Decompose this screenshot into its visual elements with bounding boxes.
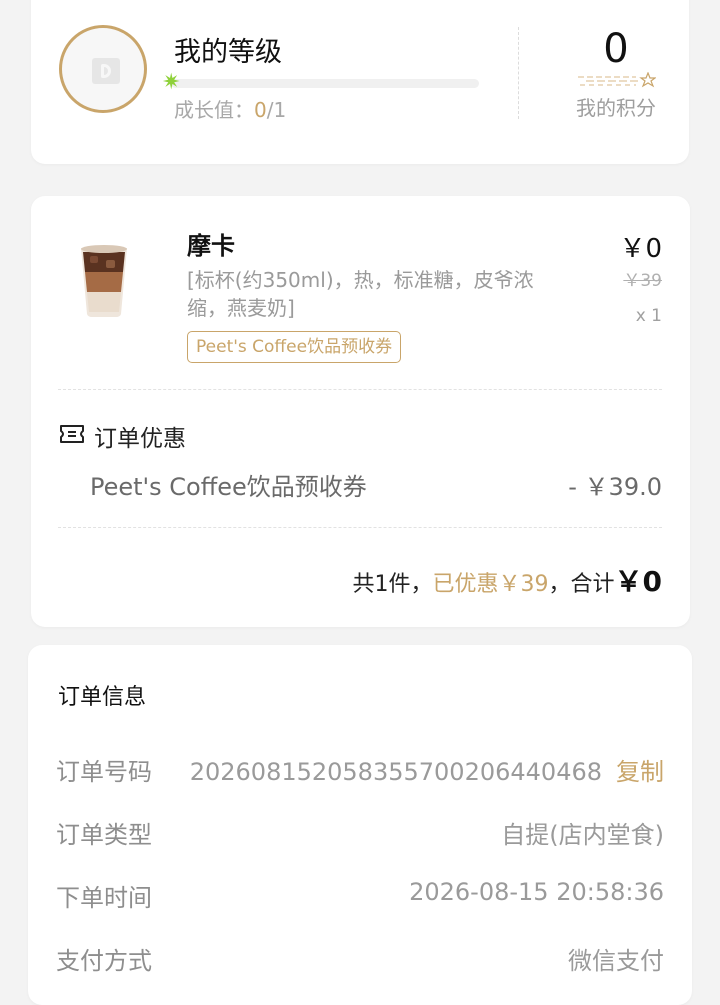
avatar[interactable] xyxy=(59,25,147,113)
promotion-amount: - ￥39.0 xyxy=(568,473,662,501)
growth-progress-bar xyxy=(171,79,479,88)
points-label[interactable]: 我的积分 xyxy=(569,92,663,121)
growth-value: 成长值：0/1 xyxy=(174,94,286,123)
total-label: ，合计 xyxy=(548,572,615,597)
coupon-tag: Peet's Coffee饮品预收券 xyxy=(187,331,402,363)
divider xyxy=(518,27,519,119)
ticket-icon xyxy=(60,425,84,443)
info-row-order-number: 订单号码 202608152058355700206440468 复制 xyxy=(56,752,664,787)
growth-current: 0 xyxy=(254,98,267,122)
growth-label: 成长值： xyxy=(174,98,254,122)
points-decoration-icon xyxy=(578,72,656,88)
divider xyxy=(58,527,662,528)
discount-amount: 已优惠￥39 xyxy=(432,572,549,597)
product-original-price: ￥39 xyxy=(623,271,662,291)
promotion-coupon-name: Peet's Coffee饮品预收券 xyxy=(90,473,367,501)
info-row-order-type: 订单类型 自提(店内堂食) xyxy=(56,815,664,849)
item-count: 共1件， xyxy=(352,572,433,597)
points-value[interactable]: 0 xyxy=(576,26,656,72)
order-number: 202608152058355700206440468 xyxy=(189,758,602,786)
info-label: 订单号码 xyxy=(56,758,152,786)
info-label: 下单时间 xyxy=(56,884,152,912)
total-value: ￥0 xyxy=(614,565,662,598)
info-value: 自提(店内堂食) xyxy=(501,821,664,849)
info-label: 支付方式 xyxy=(56,947,152,975)
info-value: 微信支付 xyxy=(568,947,664,975)
info-row-order-time: 下单时间 2026-08-15 20:58:36 xyxy=(56,878,664,912)
product-image xyxy=(81,245,127,317)
member-level-card: 我的等级 ✷ 成长值：0/1 0 我的积分 xyxy=(31,0,689,164)
product-quantity: x 1 xyxy=(635,306,662,326)
brand-logo-icon xyxy=(92,58,120,84)
divider xyxy=(58,389,662,390)
order-summary: 共1件，已优惠￥39，合计￥0 xyxy=(353,560,663,600)
growth-total: /1 xyxy=(266,98,287,122)
sparkle-icon: ✷ xyxy=(162,70,181,95)
product-price: ￥0 xyxy=(619,234,662,264)
promotion-title: 订单优惠 xyxy=(94,426,186,452)
order-items-card: 摩卡 [标杯(约350ml)，热，标准糖，皮爷浓缩，燕麦奶] Peet's Co… xyxy=(31,196,690,627)
info-value: 202608152058355700206440468 复制 xyxy=(190,752,664,787)
copy-button[interactable]: 复制 xyxy=(616,758,664,786)
info-row-payment-method: 支付方式 微信支付 xyxy=(56,941,664,975)
info-label: 订单类型 xyxy=(56,821,152,849)
product-name: 摩卡 xyxy=(187,232,235,260)
product-spec: [标杯(约350ml)，热，标准糖，皮爷浓缩，燕麦奶] xyxy=(187,268,534,320)
order-info-title: 订单信息 xyxy=(58,685,147,710)
level-title[interactable]: 我的等级 xyxy=(174,30,282,69)
info-value: 2026-08-15 20:58:36 xyxy=(409,878,664,906)
order-info-card: 订单信息 订单号码 202608152058355700206440468 复制 … xyxy=(28,645,692,1005)
